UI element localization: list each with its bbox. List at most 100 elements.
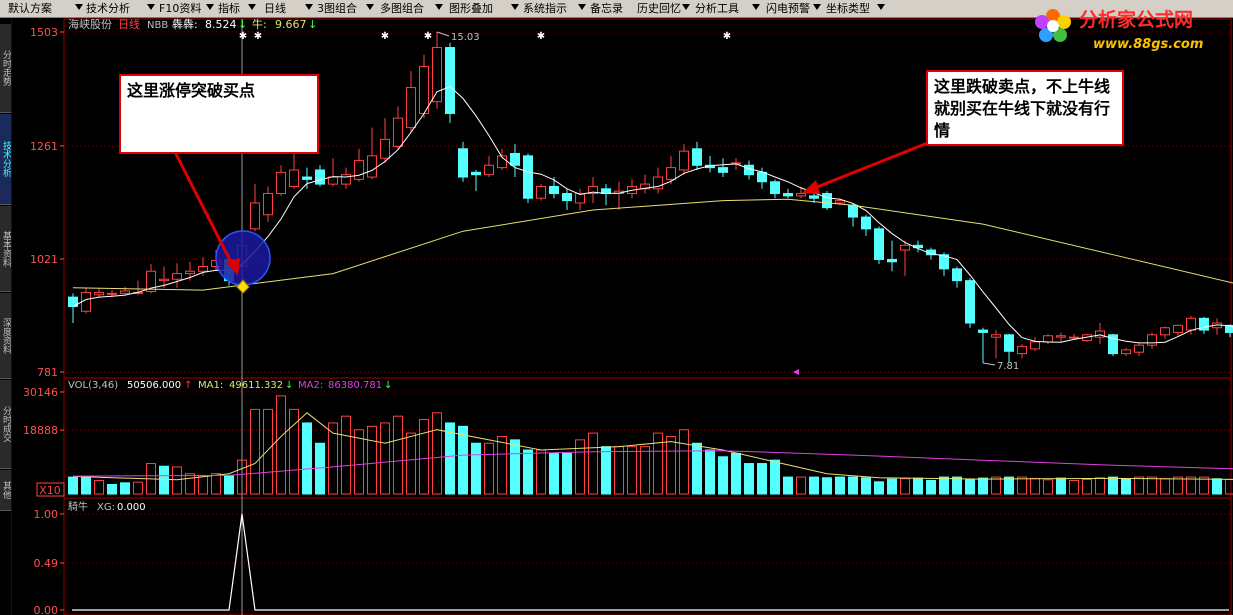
volume-bar — [770, 459, 780, 495]
candle-body — [81, 291, 91, 312]
volume-bar — [874, 481, 884, 495]
volume-bar — [172, 466, 182, 495]
candle-body — [1134, 344, 1144, 353]
volume-bar — [809, 476, 819, 495]
candle-body — [263, 193, 273, 216]
volume-bar — [783, 476, 793, 495]
vol-tick-label: 18888 — [23, 424, 58, 437]
volume-bar — [263, 408, 273, 495]
candle-body — [822, 193, 832, 209]
val2-value: 9.667 — [275, 18, 307, 31]
candle-body — [1017, 346, 1027, 355]
volume-bar — [588, 432, 598, 495]
volume-bar — [484, 442, 494, 495]
volume-bar — [276, 395, 286, 495]
vol-ma2-label: MA2: — [298, 380, 323, 391]
candle-body — [1056, 335, 1066, 338]
vol-tick-label: 30146 — [23, 386, 58, 399]
volume-panel — [68, 395, 1233, 495]
signal-panel — [72, 513, 1229, 611]
volume-bar — [133, 481, 143, 495]
candle-body — [120, 290, 130, 294]
ind-label: XG: — [97, 502, 115, 513]
volume-bar — [94, 479, 104, 495]
candle-body — [666, 167, 676, 180]
candle-body — [757, 171, 767, 183]
volume-bar — [926, 479, 936, 495]
price-tick-label: 781 — [37, 366, 58, 379]
candle-body — [783, 193, 793, 197]
volume-bar — [601, 446, 611, 495]
candle-body — [419, 65, 429, 114]
volume-bar — [419, 419, 429, 495]
low-label-pointer — [982, 362, 996, 366]
volume-bar — [1212, 478, 1222, 495]
candle-body — [484, 164, 494, 176]
candle-body — [276, 171, 286, 195]
volume-bar — [536, 449, 546, 495]
flower-logo-icon — [1035, 9, 1071, 42]
candle-body — [1186, 317, 1196, 331]
candle-body — [874, 228, 884, 260]
volume-bar — [107, 484, 117, 495]
candle-body — [315, 169, 325, 185]
candle-body — [965, 280, 975, 324]
volume-bar — [744, 463, 754, 495]
volume-bar — [159, 465, 169, 495]
vol-ma1-arrow-icon: ↓ — [285, 380, 293, 391]
high-label-pointer — [436, 31, 450, 37]
vol-arrow-icon: ↑ — [184, 380, 192, 391]
info-flag-icon: ✱ — [723, 31, 731, 42]
volume-bar — [367, 425, 377, 495]
ind-value: 0.000 — [117, 502, 146, 513]
candle-body — [835, 200, 845, 204]
volume-bar — [406, 432, 416, 495]
volume-bar — [250, 408, 260, 495]
volume-bar — [679, 429, 689, 495]
sell-arrow — [811, 140, 931, 191]
volume-bar — [887, 478, 897, 495]
candle-body — [393, 117, 403, 147]
price-tick-label: 1021 — [30, 253, 58, 266]
price-tick-label: 1261 — [30, 140, 58, 153]
volume-bar — [1160, 478, 1170, 495]
candle-body — [887, 258, 897, 263]
vol-ma2-arrow-icon: ↓ — [384, 380, 392, 391]
volume-bar — [1147, 476, 1157, 495]
volume-bar — [1069, 479, 1079, 495]
candle-body — [848, 204, 858, 218]
candle-body — [1121, 349, 1131, 355]
ind-name: 騎牛 — [68, 500, 88, 513]
volume-bar — [198, 475, 208, 495]
volume-bar — [341, 415, 351, 495]
candle-body — [172, 273, 182, 280]
volume-bar — [211, 473, 221, 495]
stock-name: 海峡股份 — [68, 17, 112, 31]
cursor-marker-icon — [793, 369, 799, 375]
volume-bar — [497, 435, 507, 495]
volume-bar — [380, 422, 390, 495]
volume-bar — [900, 478, 910, 495]
volume-bar — [718, 456, 728, 495]
volume-bar — [432, 412, 442, 495]
candle-body — [1069, 336, 1079, 339]
candle-body — [94, 291, 104, 296]
volume-bar — [549, 452, 559, 495]
info-flag-icon: ✱ — [254, 31, 262, 42]
volume-bar — [510, 439, 520, 495]
volume-bar — [1030, 477, 1040, 495]
price-tick-label: 1503 — [30, 26, 58, 39]
volume-bar — [1017, 476, 1027, 495]
volume-bar — [861, 477, 871, 495]
sell-arrow-head — [802, 180, 820, 194]
high-price-label: 15.03 — [451, 32, 480, 43]
candle-body — [458, 148, 468, 178]
val1-label: 犇犇: — [172, 18, 198, 31]
candle-body — [991, 334, 1001, 338]
volume-bar — [991, 476, 1001, 495]
volume-bar — [627, 446, 637, 495]
volume-bar — [185, 473, 195, 495]
val1-value: 8.524 — [205, 18, 237, 31]
candle-body — [1173, 324, 1183, 333]
candle-body — [354, 160, 364, 180]
